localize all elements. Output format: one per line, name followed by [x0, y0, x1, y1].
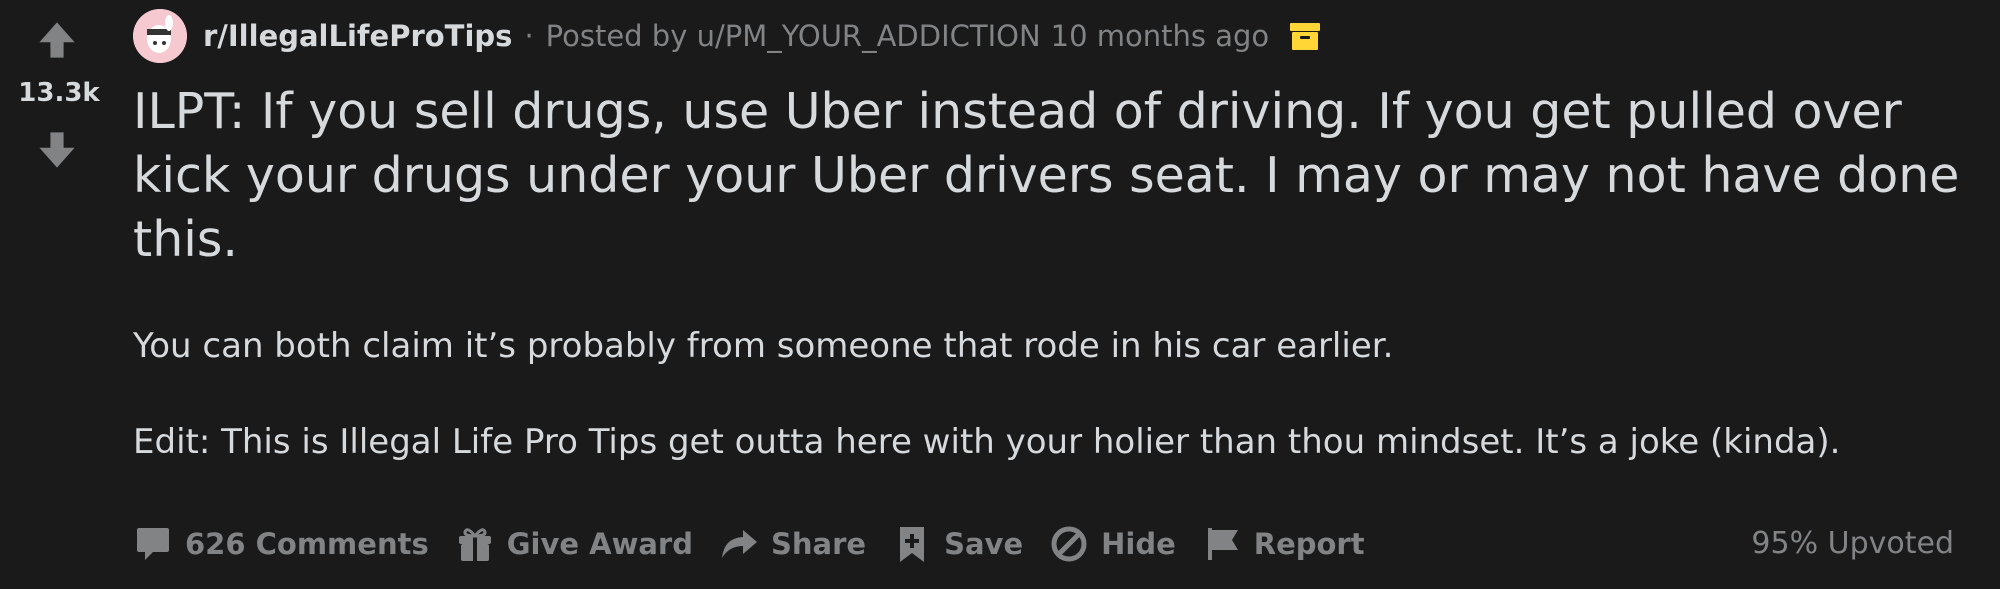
post-title[interactable]: ILPT: If you sell drugs, use Uber instea… — [133, 80, 1963, 272]
vote-score: 13.3k — [18, 78, 100, 108]
posted-by-link[interactable]: Posted by u/PM_YOUR_ADDICTION — [546, 19, 1041, 53]
save-button[interactable]: Save — [892, 524, 1023, 564]
comments-label: 626 Comments — [185, 527, 429, 561]
hide-label: Hide — [1101, 527, 1176, 561]
post-time[interactable]: 10 months ago — [1051, 19, 1270, 53]
save-label: Save — [944, 527, 1024, 561]
give-award-button[interactable]: Give Award — [455, 524, 693, 564]
bookmark-plus-icon — [900, 527, 925, 562]
post-body: You can both claim it’s probably from so… — [133, 322, 1963, 466]
downvote-button[interactable] — [35, 128, 79, 172]
hide-icon — [1051, 526, 1087, 562]
meta-separator: · — [524, 19, 534, 53]
arrow-up-icon — [39, 22, 75, 58]
upvote-button[interactable] — [35, 18, 79, 62]
share-button[interactable]: Share — [719, 524, 866, 564]
comments-button[interactable]: 626 Comments — [133, 524, 429, 564]
post-actions: 626 Comments Give Award Share Save Hide … — [133, 516, 1391, 572]
share-icon — [722, 530, 757, 558]
comment-icon — [137, 528, 169, 560]
give-award-label: Give Award — [506, 527, 693, 561]
report-label: Report — [1253, 527, 1365, 561]
archive-icon — [1290, 23, 1321, 50]
arrow-down-icon — [39, 132, 75, 168]
avatar-image — [133, 9, 187, 63]
subreddit-link[interactable]: r/IllegalLifeProTips — [203, 19, 512, 53]
gift-icon — [458, 528, 491, 561]
post-body-paragraph: You can both claim it’s probably from so… — [133, 326, 1394, 366]
upvote-ratio: 95% Upvoted — [1751, 526, 1954, 561]
hide-button[interactable]: Hide — [1049, 524, 1176, 564]
report-button[interactable]: Report — [1202, 524, 1365, 564]
flag-icon — [1207, 528, 1238, 560]
subreddit-avatar[interactable] — [133, 9, 187, 63]
share-label: Share — [771, 527, 867, 561]
post-body-paragraph: Edit: This is Illegal Life Pro Tips get … — [133, 422, 1841, 462]
post-meta: r/IllegalLifeProTips · Posted by u/PM_YO… — [133, 9, 1321, 63]
